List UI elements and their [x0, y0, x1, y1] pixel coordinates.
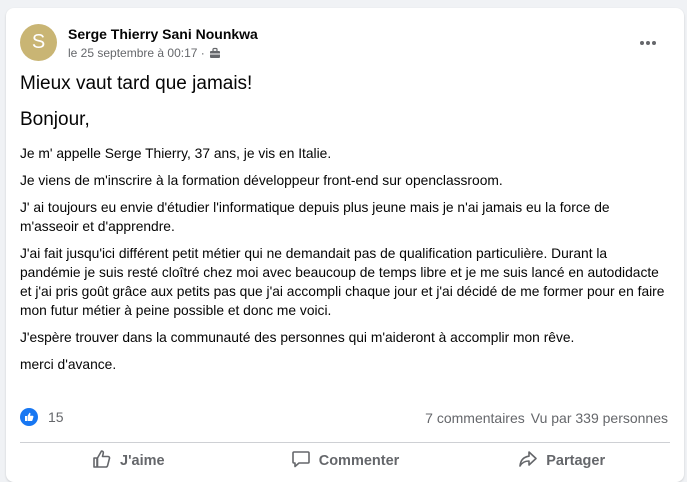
- post-stats: 15 7 commentaires Vu par 339 personnes: [20, 408, 670, 430]
- post-paragraph: J' ai toujours eu envie d'étudier l'info…: [20, 200, 610, 234]
- reactions-summary[interactable]: 15: [20, 408, 64, 426]
- post-date[interactable]: le 25 septembre à 00:17 ·: [68, 46, 205, 60]
- more-dots-icon: [639, 33, 657, 51]
- like-button[interactable]: J'aime: [20, 446, 237, 476]
- like-label: J'aime: [120, 453, 165, 469]
- post-paragraph: merci d'avance.: [20, 357, 117, 372]
- thumbs-up-icon: [92, 449, 112, 473]
- post-greeting: Bonjour,: [20, 109, 90, 130]
- post-paragraph: J'ai fait jusqu'ici différent petit méti…: [20, 246, 665, 318]
- share-label: Partager: [546, 453, 606, 469]
- author-name[interactable]: Serge Thierry Sani Nounkwa: [68, 26, 258, 42]
- share-arrow-icon: [518, 449, 538, 473]
- comment-bubble-icon: [291, 449, 311, 473]
- members-group-icon: [209, 47, 221, 59]
- post-paragraph: J'espère trouver dans la communauté des …: [20, 330, 575, 345]
- reactions-count: 15: [48, 409, 64, 425]
- post-title: Mieux vaut tard que jamais!: [20, 73, 253, 94]
- divider: [20, 442, 670, 443]
- post-meta: le 25 septembre à 00:17 ·: [68, 46, 221, 60]
- share-button[interactable]: Partager: [453, 446, 670, 476]
- like-reaction-icon: [20, 408, 38, 426]
- avatar[interactable]: S: [20, 24, 57, 61]
- comment-button[interactable]: Commenter: [237, 446, 454, 476]
- comment-label: Commenter: [318, 453, 400, 469]
- post-header: S Serge Thierry Sani Nounkwa le 25 septe…: [20, 24, 670, 64]
- engagement-info: 7 commentaires Vu par 339 personnes: [425, 410, 668, 426]
- post-paragraph: Je m' appelle Serge Thierry, 37 ans, je …: [20, 146, 332, 161]
- post-card: S Serge Thierry Sani Nounkwa le 25 septe…: [6, 8, 684, 482]
- more-options-button[interactable]: [634, 32, 662, 52]
- post-body: Mieux vaut tard que jamais! Bonjour, Je …: [20, 72, 670, 382]
- post-paragraph: Je viens de m'inscrire à la formation dé…: [20, 173, 503, 188]
- comments-count[interactable]: 7 commentaires: [425, 410, 525, 426]
- views-count[interactable]: Vu par 339 personnes: [531, 410, 668, 426]
- action-bar: J'aime Commenter Partager: [20, 446, 670, 476]
